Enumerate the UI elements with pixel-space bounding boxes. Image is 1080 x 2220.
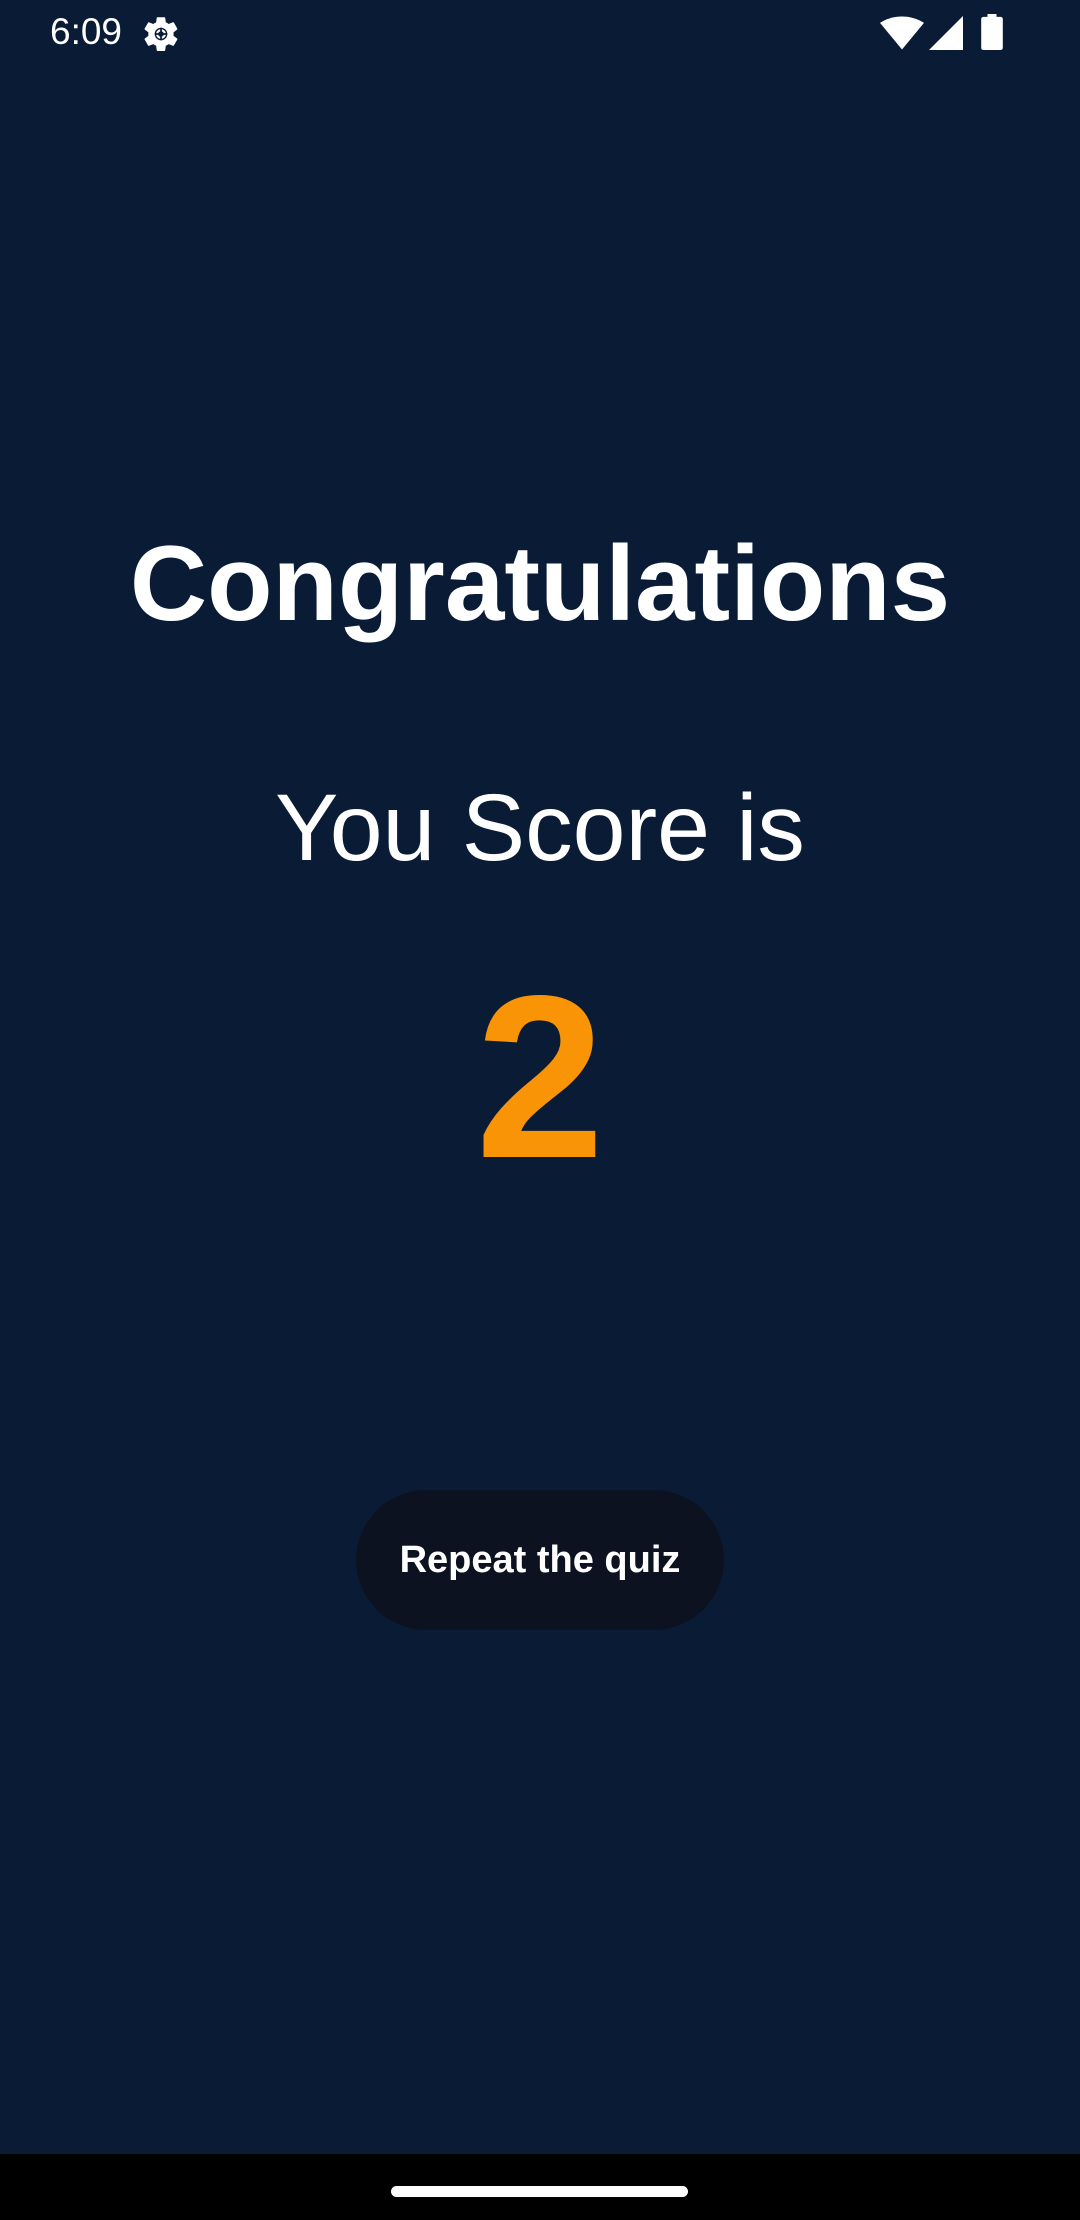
gear-icon xyxy=(144,17,178,51)
navigation-bar xyxy=(0,2154,1080,2220)
score-value: 2 xyxy=(475,948,605,1207)
repeat-quiz-button[interactable]: Repeat the quiz xyxy=(356,1490,724,1630)
score-subtitle: You Score is xyxy=(275,775,805,881)
wifi-icon xyxy=(880,16,924,50)
signal-icon xyxy=(929,16,963,50)
home-gesture-handle[interactable] xyxy=(391,2186,688,2197)
status-time: 6:09 xyxy=(50,11,123,52)
congratulations-title: Congratulations xyxy=(129,523,951,643)
battery-icon xyxy=(981,14,1003,50)
status-bar: 6:09 xyxy=(0,0,1080,66)
